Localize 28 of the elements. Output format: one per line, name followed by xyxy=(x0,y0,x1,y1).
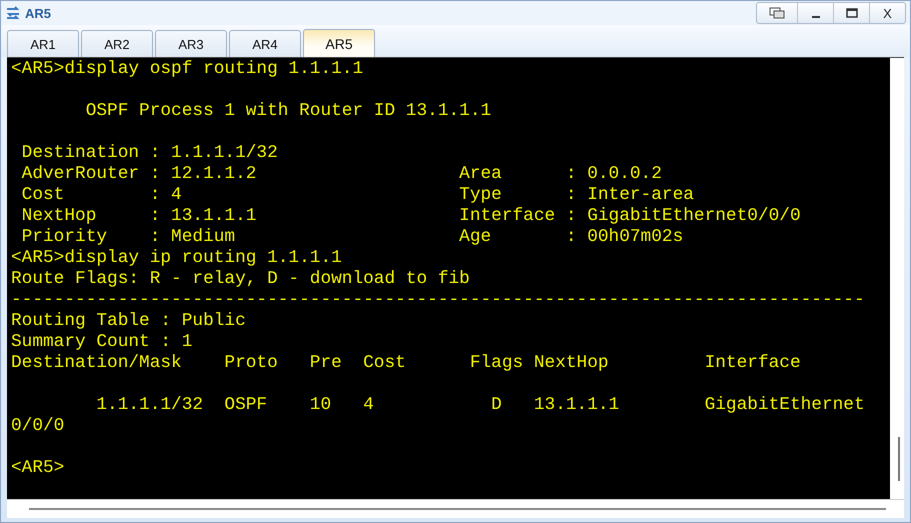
minimize-icon xyxy=(812,16,820,18)
terminal-line: AdverRouter : 12.1.1.2 Area : 0.0.0.2 xyxy=(20,164,662,184)
terminal-line: NextHop : 13.1.1.1 Interface : GigabitEthernet0/0/0 xyxy=(20,206,801,226)
terminal-line: Summary Count : 1 xyxy=(11,332,192,352)
tab[interactable]: AR5 xyxy=(303,29,375,57)
horizontal-scrollbar[interactable] xyxy=(7,499,904,518)
terminal-line: <AR5>display ospf routing 1.1.1.1 xyxy=(11,59,364,79)
window-title: AR5 xyxy=(25,6,52,20)
router-icon xyxy=(5,5,21,21)
tab[interactable]: AR1 xyxy=(7,30,79,58)
terminal-line: 1.1.1.1/32 OSPF 10 4 D 13.1.1.1 GigabitEthernet xyxy=(95,395,865,415)
terminal-line: Destination : 1.1.1.1/32 xyxy=(20,143,278,163)
terminal-line: <AR5>display ip routing 1.1.1.1 xyxy=(11,248,342,268)
tab[interactable]: AR4 xyxy=(229,30,301,58)
terminal-line: <AR5> xyxy=(11,458,64,478)
tab[interactable]: AR2 xyxy=(81,30,153,58)
terminal-line: Cost : 4 Type : Inter-area xyxy=(20,185,694,205)
maximize-icon xyxy=(846,8,858,18)
vertical-scrollbar[interactable] xyxy=(890,58,904,499)
restore-icon xyxy=(769,7,785,19)
terminal-line: Destination/Mask Proto Pre Cost Flags NextHop Interface xyxy=(11,353,801,373)
tab[interactable]: AR3 xyxy=(155,30,227,58)
terminal-line: OSPF Process 1 with Router ID 13.1.1.1 xyxy=(84,101,492,121)
terminal-line: -------------------------------------------------------------------------------- xyxy=(11,290,865,310)
terminal-line: 0/0/0 xyxy=(11,416,64,436)
terminal-line: Priority : Medium Age : 00h07m02s xyxy=(20,227,684,247)
terminal-line: Routing Table : Public xyxy=(11,311,246,331)
terminal-line: Route Flags: R - relay, D - download to fib xyxy=(11,269,470,289)
